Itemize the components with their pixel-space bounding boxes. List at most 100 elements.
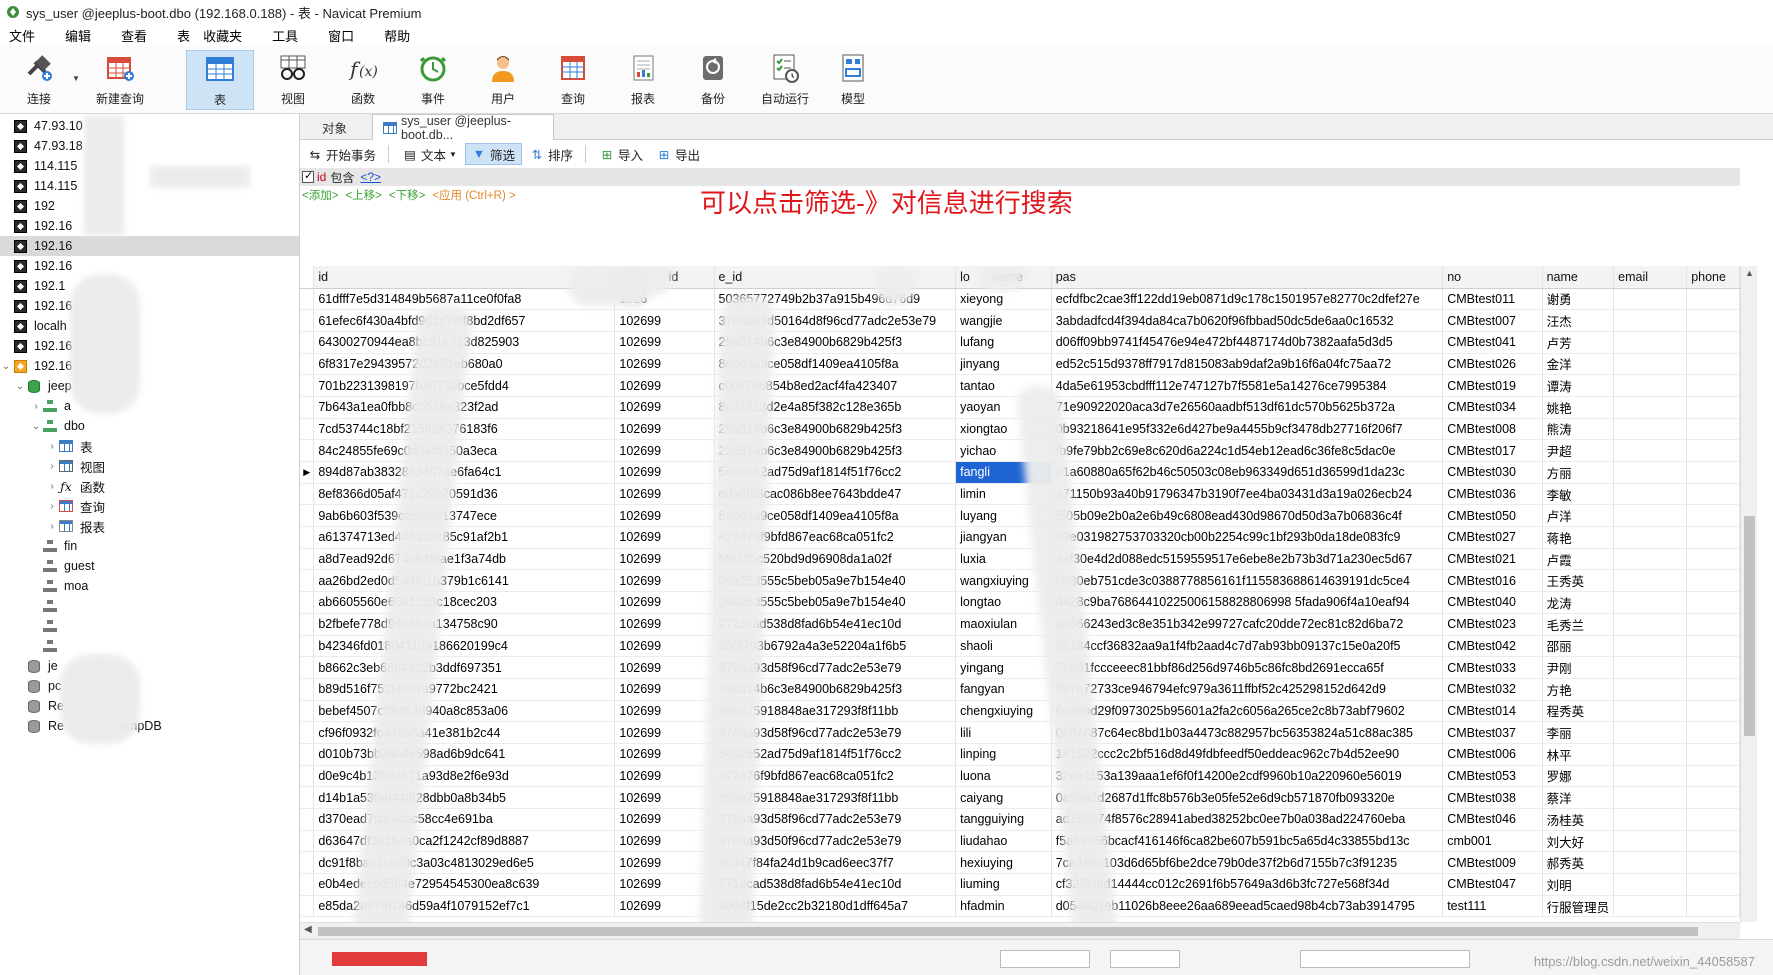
cell-password[interactable]: d9e031982753703320cb00b2254c99c1bf293b0d… [1051, 526, 1444, 549]
table-row[interactable]: b2fbefe778d94b4bca134758c901026992713cad… [300, 613, 1740, 636]
tree-schema[interactable]: guest [0, 556, 299, 576]
cell-phone[interactable] [1686, 851, 1740, 875]
cell-id[interactable]: b8662c3eb6864422b3ddf697351 [313, 656, 616, 679]
begin-transaction-button[interactable]: ⇆ 开始事务 [302, 143, 382, 165]
query-button[interactable]: 查询 [548, 50, 598, 110]
cell-id[interactable]: d63647df38164a0ca2f1242cf89d8887 [313, 830, 616, 853]
cell-login-name[interactable]: hexiuying [955, 851, 1052, 875]
cell-login-name[interactable]: linping [955, 743, 1052, 766]
cell-email[interactable] [1613, 396, 1688, 419]
tree-connection[interactable]: 192.16 [0, 256, 299, 276]
cell-email[interactable] [1613, 526, 1688, 549]
filter-apply-link[interactable]: <应用 (Ctrl+R) > [432, 187, 515, 203]
cell-company-id[interactable]: 102699 [614, 873, 715, 896]
cell-password[interactable]: ff67b72733ce946794efc979a3611ffbf52c4252… [1051, 678, 1444, 701]
cell-name[interactable]: 刘明 [1542, 873, 1615, 896]
cell-name[interactable]: 龙涛 [1542, 591, 1615, 614]
cell-phone[interactable] [1686, 288, 1740, 311]
filter-field[interactable]: id [317, 170, 326, 184]
tab-sys-user[interactable]: sys_user @jeeplus-boot.db... [372, 114, 554, 142]
cell-name[interactable]: 卢洋 [1542, 504, 1615, 528]
cell-phone[interactable] [1686, 721, 1740, 744]
cell-login-name[interactable]: fangyan [955, 678, 1052, 701]
scroll-up-arrow-icon[interactable]: ▲ [1745, 268, 1754, 278]
filter-operator[interactable]: 包含 [330, 169, 354, 186]
cell-company-id[interactable]: 102699 [614, 721, 715, 744]
cell-phone[interactable] [1686, 396, 1740, 419]
cell-phone[interactable] [1686, 656, 1740, 679]
cell-company-id[interactable]: 102699 [614, 309, 715, 332]
cell-name[interactable]: 李丽 [1542, 721, 1615, 744]
cell-name[interactable]: 林平 [1542, 743, 1615, 766]
cell-company-id[interactable]: 102699 [614, 700, 715, 723]
cell-password[interactable]: 3abdadfcd4f394da84ca7b0620f96fbbad50dc5d… [1051, 309, 1444, 332]
cell-name[interactable]: 方艳 [1542, 678, 1615, 701]
cell-company-id[interactable]: 102699 [614, 504, 715, 528]
cell-name[interactable]: 汪杰 [1542, 309, 1615, 332]
cell-email[interactable] [1613, 656, 1688, 679]
cell-phone[interactable] [1686, 743, 1740, 766]
tree-schema[interactable] [0, 596, 299, 616]
cell-email[interactable] [1613, 461, 1688, 484]
row-marker[interactable] [300, 569, 315, 593]
row-marker[interactable] [300, 374, 315, 397]
cell-email[interactable] [1613, 483, 1688, 506]
export-button[interactable]: ⊞ 导出 [651, 143, 706, 165]
cell-email[interactable] [1613, 678, 1688, 701]
row-marker[interactable] [300, 591, 315, 614]
cell-email[interactable] [1613, 786, 1688, 809]
filter-button[interactable]: ▼ 筛选 [464, 143, 522, 165]
menu-tools[interactable]: 工具 [263, 26, 307, 45]
table-row[interactable]: e85da2a97fd146d59a4f1079152ef7c1 102699 40… [300, 895, 1740, 918]
chevron-down-icon[interactable]: ⌄ [14, 381, 26, 392]
cell-id[interactable]: d14b1a53fad44f828dbb0a8b34b5 [313, 786, 616, 809]
cell-password[interactable]: 71e90922020aca3d7e26560aadbf513df61dc570… [1051, 396, 1444, 419]
horizontal-scrollbar[interactable]: ◀ [300, 922, 1740, 939]
menu-view[interactable]: 查看 [112, 26, 156, 45]
cell-id[interactable]: d0e9c4b12b9a471a93d8e2f6e93d [313, 765, 616, 788]
cell-phone[interactable] [1686, 309, 1740, 332]
cell-password[interactable]: 7f4f61fccceeec81bbf86d256d9746b5c86fc8bd… [1051, 656, 1444, 679]
cell-login-name[interactable]: liudahao [955, 830, 1052, 853]
cell-phone[interactable] [1686, 635, 1740, 658]
cell-no[interactable]: CMBtest016 [1442, 569, 1543, 593]
cell-no[interactable]: CMBtest050 [1442, 504, 1543, 528]
cell-company-id[interactable]: 102699 [614, 635, 715, 658]
filter-down-link[interactable]: <下移> [389, 187, 425, 203]
cell-name[interactable]: 卢霞 [1542, 548, 1615, 571]
row-marker[interactable] [300, 613, 315, 636]
cell-company-id[interactable]: 102699 [614, 786, 715, 809]
cell-password[interactable]: 141522ccc2c2bf516d8d49fdbfeedf50eddeac96… [1051, 743, 1444, 766]
cell-phone[interactable] [1686, 830, 1740, 853]
cell-password[interactable]: ed52c515d9378ff7917d815083ab9daf2a9b16f6… [1051, 353, 1444, 376]
cell-email[interactable] [1613, 851, 1688, 875]
table-row[interactable]: d370ead7fcb44ac58cc4e691ba102699378aa93d… [300, 808, 1740, 831]
vertical-scrollbar[interactable]: ▲ [1740, 266, 1757, 922]
cell-login-name[interactable]: lufang [955, 331, 1052, 354]
cell-email[interactable] [1613, 548, 1688, 571]
cell-company-id[interactable]: 102699 [614, 678, 715, 701]
cell-id[interactable]: b2fbefe778d94b4bca134758c90 [313, 613, 616, 636]
cell-id[interactable]: cf96f0932fc44e66a41e381b2c44 [313, 721, 616, 744]
cell-id[interactable]: b89d516f752f4cd7a9772bc2421 [313, 678, 616, 701]
tree-schema[interactable]: moa [0, 576, 299, 596]
cell-password[interactable]: 6da5bd29f0973025b95601a2fa2c6056a265ce2c… [1051, 700, 1444, 723]
table-row[interactable]: 6f8317e29439572d2651eb680a0 102699 8d6daa9… [300, 353, 1740, 376]
table-row[interactable]: ▶894d87ab38328634ff7ae6fa64c11026995ea2e… [300, 461, 1740, 484]
cell-no[interactable]: CMBtest011 [1442, 288, 1543, 311]
cell-company-id[interactable]: 102699 [614, 548, 715, 571]
cell-phone[interactable] [1686, 461, 1740, 484]
view-button[interactable]: 视图 [268, 50, 318, 110]
cell-password[interactable]: aa366243ed3c8e351b342e99727cafc20dde72ec… [1051, 613, 1444, 636]
cell-password[interactable]: b930eb751cde3c0388778856161f115583688614… [1051, 569, 1444, 593]
cell-email[interactable] [1613, 895, 1688, 918]
tree-connection[interactable]: 192.1 [0, 276, 299, 296]
cell-password[interactable]: 32ae1153a139aaa1ef6f0f14200e2cdf9960b10a… [1051, 765, 1444, 788]
cell-no[interactable]: cmb001 [1442, 830, 1543, 853]
cell-name[interactable]: 尹刚 [1542, 656, 1615, 679]
tree-views[interactable]: › 视图 [0, 456, 299, 476]
event-button[interactable]: 事件 [408, 50, 458, 110]
row-marker[interactable]: ▶ [300, 461, 315, 484]
row-marker[interactable] [300, 765, 315, 788]
cell-password[interactable]: a71150b93a40b91796347b3190f7ee4ba03431d3… [1051, 483, 1444, 506]
